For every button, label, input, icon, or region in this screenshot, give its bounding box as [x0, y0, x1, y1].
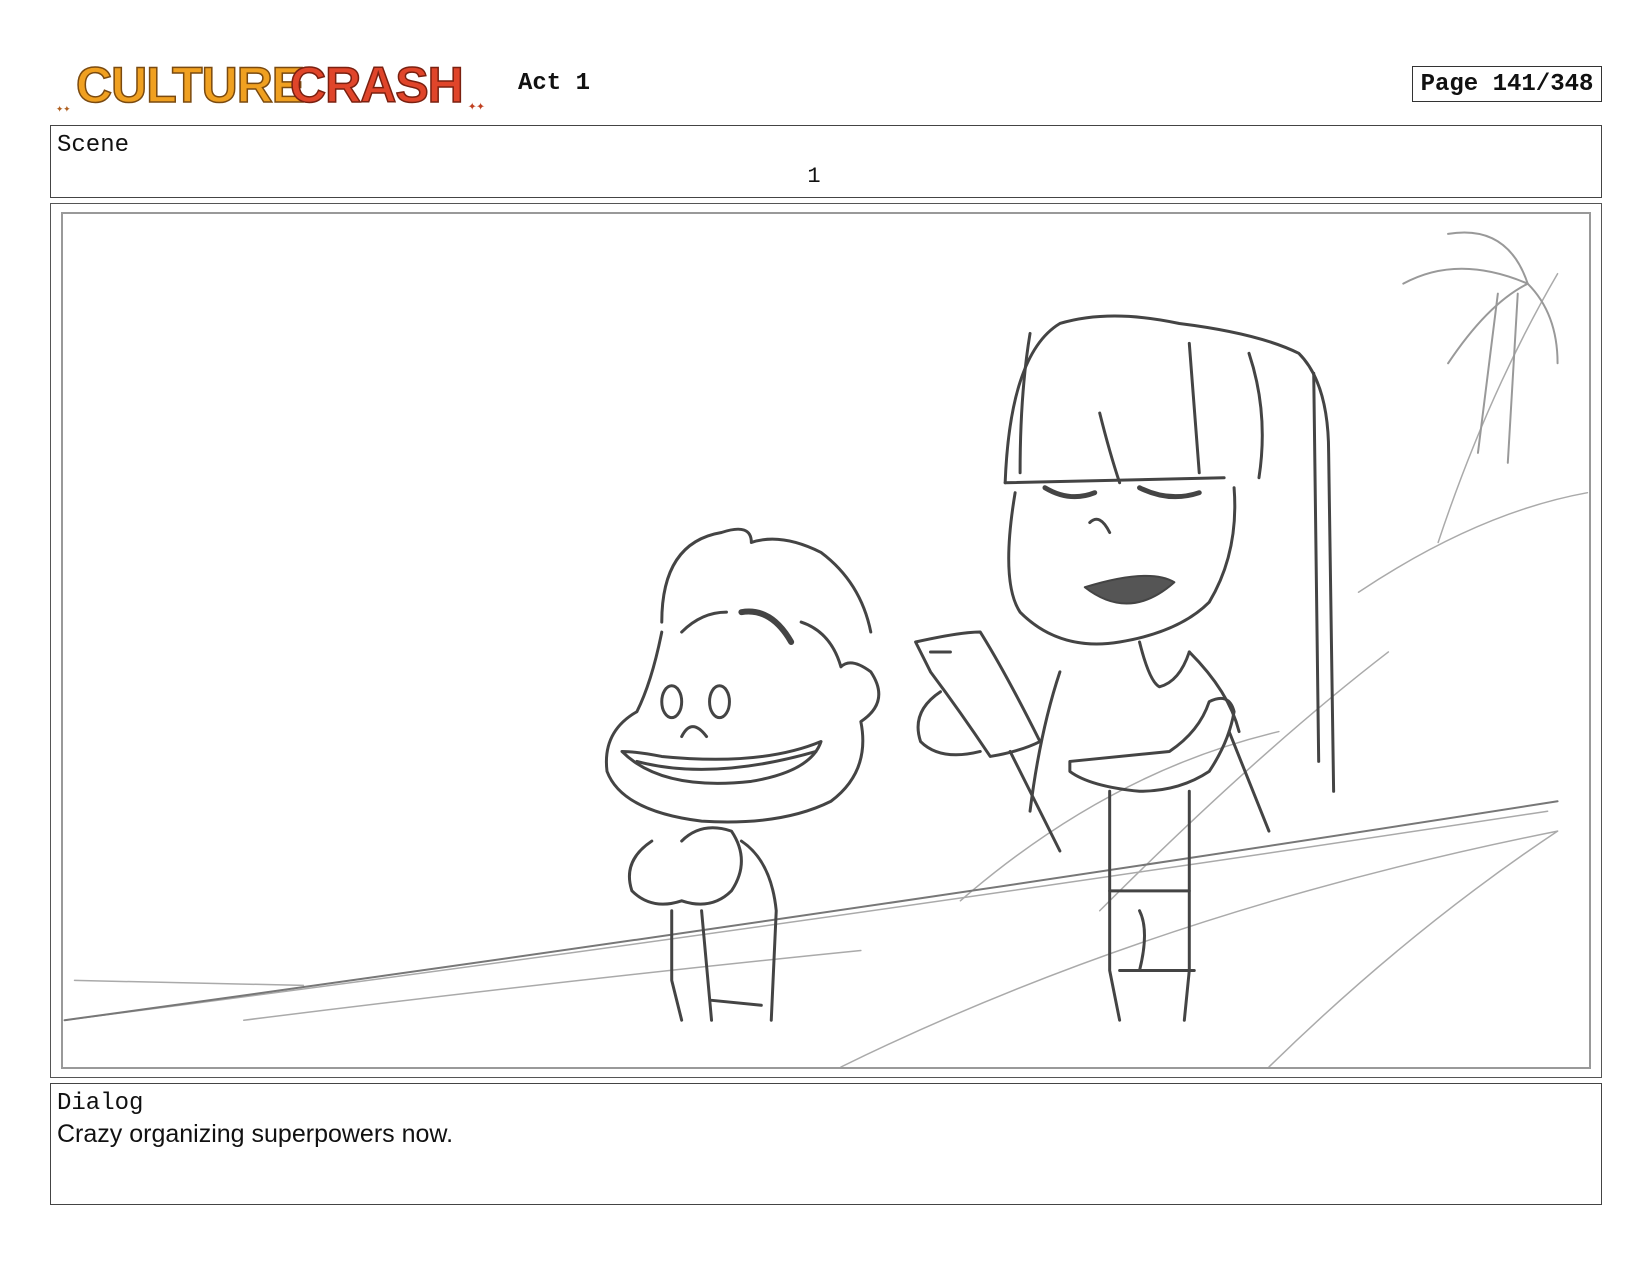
act-label: Act 1 [518, 70, 591, 97]
dialog-text: Crazy organizing superpowers now. [57, 1120, 454, 1148]
sketch-illustration [63, 231, 1589, 1067]
svg-text:CULTURE: CULTURE [76, 57, 304, 113]
svg-text:✦✦: ✦✦ [468, 99, 485, 115]
storyboard-panel [50, 203, 1602, 1078]
svg-text:✦✦: ✦✦ [56, 102, 70, 116]
svg-text:CRASH: CRASH [290, 57, 463, 113]
dialog-box: Dialog Crazy organizing superpowers now. [50, 1083, 1602, 1205]
scene-label: Scene [57, 132, 130, 159]
dialog-label: Dialog [57, 1090, 144, 1117]
page-number: Page 141/348 [1412, 66, 1602, 102]
scene-number: 1 [807, 164, 821, 189]
culture-crash-logo: CULTURE CRASH ✦✦ ✦✦ [54, 50, 494, 120]
scene-box: Scene 1 [50, 125, 1602, 198]
panel-frame [61, 212, 1591, 1069]
